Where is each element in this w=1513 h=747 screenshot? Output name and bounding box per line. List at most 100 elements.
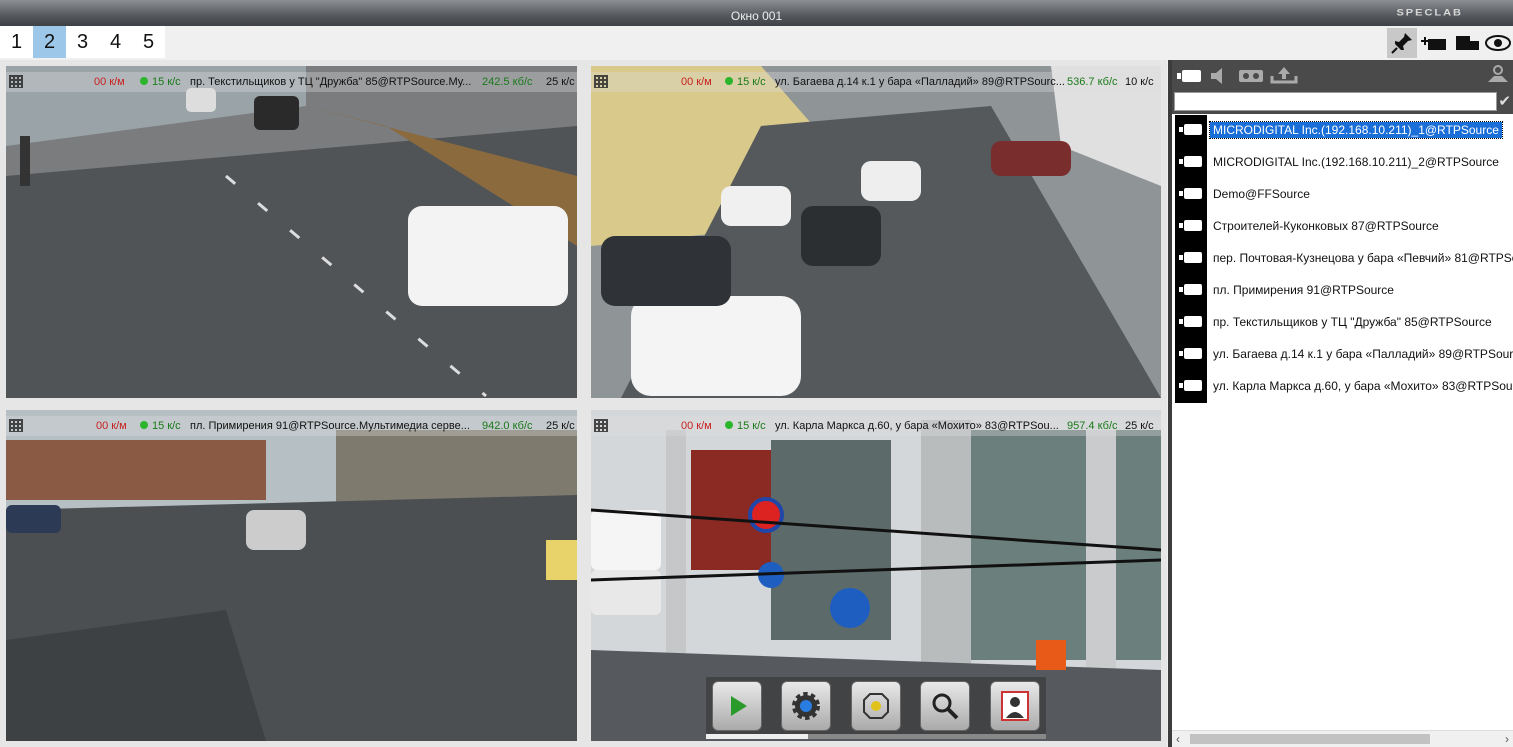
source-label: MICRODIGITAL Inc.(192.168.10.211)_1@RTPS…: [1209, 121, 1503, 139]
camera-icon: [1179, 284, 1202, 295]
zoom-icon[interactable]: [920, 681, 970, 731]
camera-fps: 25 к/с: [546, 76, 575, 88]
camera-bitrate-in: 00 к/м: [681, 76, 712, 88]
camera-bitrate-in: 00 к/м: [681, 420, 712, 432]
layout-tab-4[interactable]: 4: [99, 26, 132, 58]
scroll-left-icon[interactable]: ‹: [1176, 732, 1180, 746]
source-strip: [1175, 211, 1207, 243]
source-strip: [1175, 307, 1207, 339]
layout-tab-2[interactable]: 2: [33, 26, 66, 58]
playback-progress-bar[interactable]: [706, 734, 1046, 739]
layout-tab-5[interactable]: 5: [132, 26, 165, 58]
camera-icon: [1179, 188, 1202, 199]
tape-icon[interactable]: [1238, 68, 1264, 89]
ptz-control-panel: [706, 677, 1046, 735]
status-dot: [725, 76, 733, 88]
person-icon[interactable]: [990, 681, 1040, 731]
source-label: Demo@FFSource: [1213, 187, 1310, 201]
grid-icon: [9, 419, 23, 432]
source-strip: [1175, 371, 1207, 403]
source-strip: [1175, 115, 1207, 147]
camera-bitrate: 957.4 кб/с: [1067, 420, 1118, 432]
source-strip: [1175, 179, 1207, 211]
grid-icon: [594, 75, 608, 88]
status-dot: [140, 420, 148, 432]
status-dot: [725, 420, 733, 432]
layout-tab-1[interactable]: 1: [0, 26, 33, 58]
source-search-input[interactable]: [1174, 92, 1497, 111]
speaker-icon[interactable]: [1210, 67, 1226, 90]
source-strip: [1175, 275, 1207, 307]
add-camera-icon[interactable]: [1419, 28, 1449, 58]
camera-name: ул. Карла Маркса д.60, у бара «Мохито» 8…: [775, 420, 1059, 432]
camera-fps-in: 15 к/с: [737, 420, 766, 432]
source-list-item[interactable]: ул. Багаева д.14 к.1 у бара «Палладий» 8…: [1172, 339, 1513, 371]
source-list-item[interactable]: пер. Почтовая-Кузнецова у бара «Певчий» …: [1172, 243, 1513, 275]
source-panel: ✔ MICRODIGITAL Inc.(192.168.10.211)_1@RT…: [1168, 60, 1513, 747]
apply-filter-icon[interactable]: ✔: [1498, 92, 1511, 110]
camera-view-3[interactable]: 00 к/м 15 к/с пл. Примирения 91@RTPSourc…: [6, 410, 577, 741]
camera-name: ул. Багаева д.14 к.1 у бара «Палладий» 8…: [775, 76, 1065, 88]
scroll-right-icon[interactable]: ›: [1505, 732, 1509, 746]
play-icon[interactable]: [712, 681, 762, 731]
camera-icon: [1179, 156, 1202, 167]
camera-overlay: 00 к/м 15 к/с пр. Текстильщиков у ТЦ "Др…: [6, 72, 577, 92]
camera-name: пр. Текстильщиков у ТЦ "Дружба" 85@RTPSo…: [190, 76, 472, 88]
horizontal-scrollbar[interactable]: ‹ ›: [1172, 730, 1513, 747]
grid-icon: [9, 75, 23, 88]
window-title: Окно 001: [730, 9, 783, 23]
camera-overlay: 00 к/м 15 к/с ул. Карла Маркса д.60, у б…: [591, 416, 1161, 436]
source-panel-tabs: [1172, 60, 1513, 90]
source-strip: [1175, 147, 1207, 179]
source-label: Строителей-Куконковых 87@RTPSource: [1213, 219, 1439, 233]
source-label: пр. Текстильщиков у ТЦ "Дружба" 85@RTPSo…: [1213, 315, 1492, 329]
eye-icon[interactable]: [1483, 28, 1513, 58]
camera-fps-in: 15 к/с: [152, 76, 181, 88]
source-list-item[interactable]: пл. Примирения 91@RTPSource: [1172, 275, 1513, 307]
main-toolbar: [1387, 28, 1513, 58]
source-list-item[interactable]: MICRODIGITAL Inc.(192.168.10.211)_2@RTPS…: [1172, 147, 1513, 179]
camera-view-2[interactable]: 00 к/м 15 к/с ул. Багаева д.14 к.1 у бар…: [591, 66, 1161, 398]
pin-icon[interactable]: [1387, 28, 1417, 58]
layout-tab-3[interactable]: 3: [66, 26, 99, 58]
source-label: пер. Почтовая-Кузнецова у бара «Певчий» …: [1213, 251, 1513, 265]
source-list-item[interactable]: пр. Текстильщиков у ТЦ "Дружба" 85@RTPSo…: [1172, 307, 1513, 339]
source-list-item[interactable]: ул. Карла Маркса д.60, у бара «Мохито» 8…: [1172, 371, 1513, 403]
source-label: пл. Примирения 91@RTPSource: [1213, 283, 1394, 297]
map-pin-icon[interactable]: [1486, 64, 1510, 89]
status-dot: [140, 76, 148, 88]
source-strip: [1175, 243, 1207, 275]
camera-bitrate: 536.7 кб/с: [1067, 76, 1118, 88]
camera-icon[interactable]: [1176, 68, 1202, 89]
app-window: Окно 001 SPECLAB 1 2 3 4 5 00 к/м 15 к/с…: [0, 0, 1513, 747]
camera-fps: 25 к/с: [1125, 420, 1154, 432]
camera-view-1[interactable]: 00 к/м 15 к/с пр. Текстильщиков у ТЦ "Др…: [6, 66, 577, 398]
camera-fps-in: 15 к/с: [737, 76, 766, 88]
source-list-item[interactable]: MICRODIGITAL Inc.(192.168.10.211)_1@RTPS…: [1172, 115, 1513, 147]
grid-icon: [594, 419, 608, 432]
settings-icon[interactable]: [781, 681, 831, 731]
record-icon[interactable]: [851, 681, 901, 731]
source-label: ул. Карла Маркса д.60, у бара «Мохито» 8…: [1213, 379, 1513, 393]
camera-icon: [1179, 252, 1202, 263]
source-list: MICRODIGITAL Inc.(192.168.10.211)_1@RTPS…: [1172, 115, 1513, 403]
playback-progress-fill: [706, 734, 808, 739]
source-label: MICRODIGITAL Inc.(192.168.10.211)_2@RTPS…: [1213, 155, 1499, 169]
camera-icon: [1179, 348, 1202, 359]
camera-icon: [1179, 380, 1202, 391]
source-label: ул. Багаева д.14 к.1 у бара «Палладий» 8…: [1213, 347, 1513, 361]
camera-group-icon[interactable]: [1451, 28, 1481, 58]
camera-icon: [1179, 220, 1202, 231]
camera-overlay: 00 к/м 15 к/с ул. Багаева д.14 к.1 у бар…: [591, 72, 1161, 92]
source-list-item[interactable]: Строителей-Куконковых 87@RTPSource: [1172, 211, 1513, 243]
export-icon[interactable]: [1270, 66, 1298, 89]
layout-tabs: 1 2 3 4 5: [0, 26, 165, 58]
camera-fps: 25 к/с: [546, 420, 575, 432]
camera-overlay: 00 к/м 15 к/с пл. Примирения 91@RTPSourc…: [6, 416, 577, 436]
source-list-item[interactable]: Demo@FFSource: [1172, 179, 1513, 211]
video-grid: 00 к/м 15 к/с пр. Текстильщиков у ТЦ "Др…: [0, 60, 1167, 747]
camera-fps: 10 к/с: [1125, 76, 1154, 88]
scrollbar-thumb[interactable]: [1190, 734, 1430, 744]
brand-logo: SPECLAB: [1396, 8, 1463, 18]
title-bar: Окно 001 SPECLAB: [0, 0, 1513, 26]
